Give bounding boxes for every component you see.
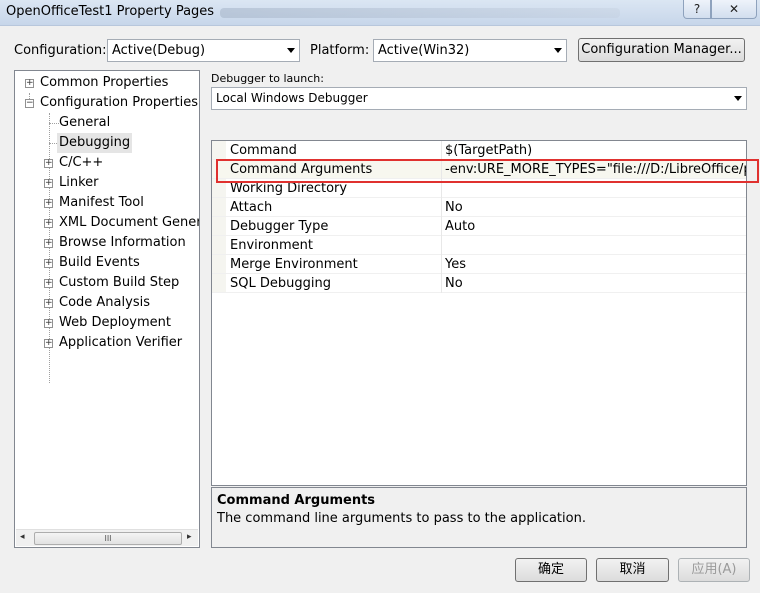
expand-icon[interactable]: + bbox=[25, 79, 34, 88]
configuration-dropdown[interactable]: Active(Debug) bbox=[107, 39, 300, 62]
property-name: Command bbox=[230, 143, 297, 158]
scroll-right-icon[interactable]: ▸ bbox=[187, 532, 192, 542]
expand-icon[interactable]: + bbox=[44, 319, 53, 328]
configuration-value: Active(Debug) bbox=[112, 43, 206, 58]
tree-item-label: Debugging bbox=[57, 133, 133, 153]
collapse-icon[interactable]: − bbox=[25, 99, 34, 108]
window-title: OpenOfficeTest1 Property Pages bbox=[6, 4, 215, 19]
property-value[interactable]: -env:URE_MORE_TYPES="file:///D:/LibreOff… bbox=[445, 162, 746, 177]
expand-icon[interactable]: + bbox=[44, 279, 53, 288]
platform-label: Platform: bbox=[310, 43, 370, 58]
cancel-button[interactable]: 取消 bbox=[596, 558, 669, 582]
tree-item-label: Code Analysis bbox=[59, 295, 150, 310]
title-bar: OpenOfficeTest1 Property Pages ? ✕ bbox=[0, 0, 760, 26]
property-value[interactable]: $(TargetPath) bbox=[445, 143, 532, 158]
property-name: SQL Debugging bbox=[230, 276, 331, 291]
debugger-dropdown[interactable]: Local Windows Debugger bbox=[211, 87, 747, 110]
property-value[interactable]: Auto bbox=[445, 219, 475, 234]
expand-icon[interactable]: + bbox=[44, 339, 53, 348]
apply-button[interactable]: 应用(A) bbox=[678, 558, 750, 582]
tree-item-label: Custom Build Step bbox=[59, 275, 180, 290]
property-value[interactable]: Yes bbox=[445, 257, 466, 272]
expand-icon[interactable]: + bbox=[44, 219, 53, 228]
description-text: The command line arguments to pass to th… bbox=[217, 511, 586, 526]
tree-item-label: Build Events bbox=[59, 255, 140, 270]
property-value[interactable]: No bbox=[445, 276, 463, 291]
property-value[interactable]: No bbox=[445, 200, 463, 215]
blurred-background-titles bbox=[220, 8, 620, 18]
debugger-value: Local Windows Debugger bbox=[216, 91, 368, 105]
platform-value: Active(Win32) bbox=[378, 43, 470, 58]
property-name: Environment bbox=[230, 238, 314, 253]
tree-item-label: Manifest Tool bbox=[59, 195, 144, 210]
tree-item-label: Configuration Properties bbox=[40, 95, 198, 110]
configuration-manager-button[interactable]: Configuration Manager... bbox=[578, 38, 745, 62]
expand-icon[interactable]: + bbox=[44, 259, 53, 268]
expand-icon[interactable]: + bbox=[44, 179, 53, 188]
description-title: Command Arguments bbox=[217, 493, 376, 508]
tree-item-label: Application Verifier bbox=[59, 335, 183, 350]
tree-item-label: Web Deployment bbox=[59, 315, 171, 330]
property-row-merge-environment[interactable]: Merge Environment Yes bbox=[212, 255, 746, 274]
ok-button[interactable]: 确定 bbox=[515, 558, 587, 582]
tree-item-label: XML Document Generat bbox=[59, 215, 200, 230]
property-name: Debugger Type bbox=[230, 219, 329, 234]
expand-icon[interactable]: + bbox=[44, 199, 53, 208]
property-row-debugger-type[interactable]: Debugger Type Auto bbox=[212, 217, 746, 236]
expand-icon[interactable]: + bbox=[44, 239, 53, 248]
platform-dropdown[interactable]: Active(Win32) bbox=[373, 39, 567, 62]
expand-icon[interactable]: + bbox=[44, 159, 53, 168]
property-name: Command Arguments bbox=[230, 162, 373, 177]
debugger-to-launch-label: Debugger to launch: bbox=[211, 72, 324, 85]
tree-item-label: Browse Information bbox=[59, 235, 186, 250]
property-row-command[interactable]: Command $(TargetPath) bbox=[212, 141, 746, 160]
close-button[interactable]: ✕ bbox=[711, 0, 757, 19]
configuration-label: Configuration: bbox=[14, 43, 107, 58]
property-name: Working Directory bbox=[230, 181, 348, 196]
chevron-down-icon bbox=[734, 96, 742, 101]
property-row-working-directory[interactable]: Working Directory bbox=[212, 179, 746, 198]
tree-item-label: Linker bbox=[59, 175, 99, 190]
scrollbar-thumb[interactable]: III bbox=[34, 532, 182, 545]
tree-item-label: Common Properties bbox=[40, 75, 169, 90]
property-name: Merge Environment bbox=[230, 257, 358, 272]
expand-icon[interactable]: + bbox=[44, 299, 53, 308]
property-tree[interactable]: + Common Properties − Configuration Prop… bbox=[14, 70, 200, 548]
property-name: Attach bbox=[230, 200, 273, 215]
property-grid: Command $(TargetPath) Command Arguments … bbox=[211, 140, 747, 486]
help-button[interactable]: ? bbox=[683, 0, 711, 19]
property-row-command-arguments[interactable]: Command Arguments -env:URE_MORE_TYPES="f… bbox=[212, 160, 746, 179]
chevron-down-icon bbox=[554, 48, 562, 53]
property-row-attach[interactable]: Attach No bbox=[212, 198, 746, 217]
scroll-left-icon[interactable]: ◂ bbox=[20, 532, 25, 542]
tree-horizontal-scrollbar[interactable]: ◂ III ▸ bbox=[16, 529, 198, 546]
chevron-down-icon bbox=[287, 48, 295, 53]
property-row-environment[interactable]: Environment bbox=[212, 236, 746, 255]
description-panel: Command Arguments The command line argum… bbox=[211, 487, 747, 548]
tree-item-label: General bbox=[59, 115, 111, 130]
tree-item-label: C/C++ bbox=[59, 155, 104, 170]
property-row-sql-debugging[interactable]: SQL Debugging No bbox=[212, 274, 746, 293]
